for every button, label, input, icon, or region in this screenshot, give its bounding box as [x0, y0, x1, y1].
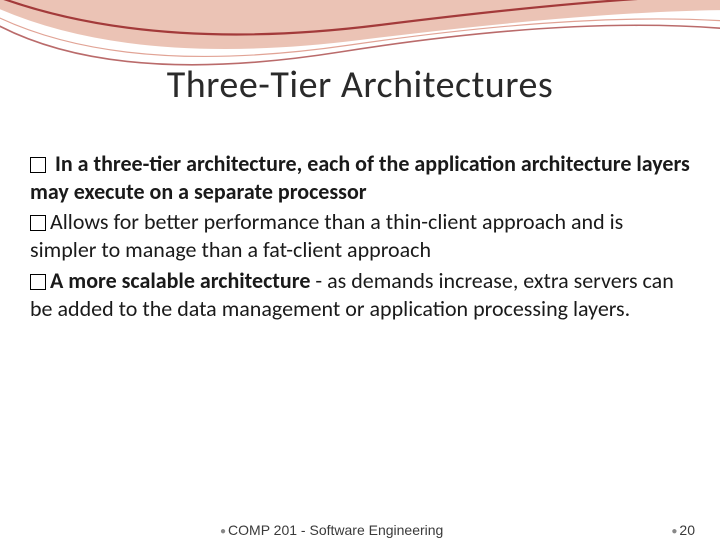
bullet-dot-icon: ●	[671, 526, 677, 537]
square-bullet-icon	[30, 274, 46, 290]
bullet-item: In a three-tier architecture, each of th…	[30, 150, 690, 206]
bullet-bold-text: A more scalable architecture	[50, 267, 310, 294]
slide-title: Three-Tier Architectures	[0, 62, 720, 108]
footer-course-text: COMP 201 - Software Engineering	[228, 522, 443, 538]
footer-page-text: 20	[679, 522, 695, 538]
footer-page-number: ●20	[671, 522, 695, 538]
bullet-item: Allows for better performance than a thi…	[30, 208, 690, 264]
square-bullet-icon	[30, 215, 46, 231]
footer-course-label: ●COMP 201 - Software Engineering	[220, 522, 443, 538]
slide-body: In a three-tier architecture, each of th…	[30, 150, 690, 325]
bullet-bold-text: In a three-tier architecture, each of th…	[30, 150, 690, 205]
bullet-item: A more scalable architecture - as demand…	[30, 267, 690, 323]
bullet-dot-icon: ●	[220, 526, 226, 537]
bullet-rest-text: Allows for better performance than a thi…	[30, 208, 623, 263]
square-bullet-icon	[30, 157, 46, 173]
